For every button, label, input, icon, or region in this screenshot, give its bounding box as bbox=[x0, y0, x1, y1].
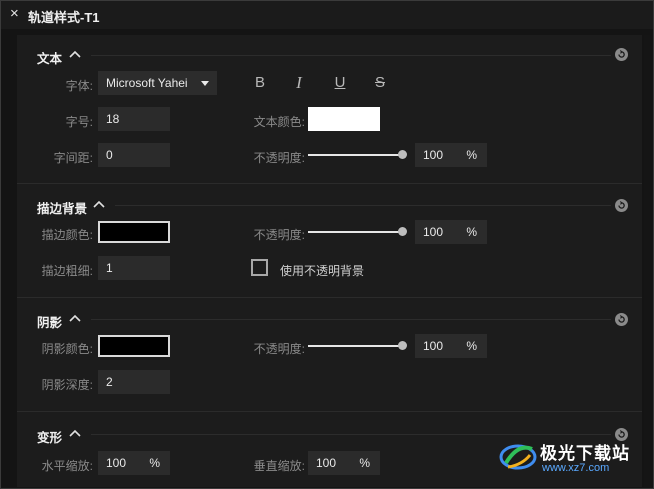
chevron-down-icon bbox=[201, 81, 209, 86]
text-section: 文本 字体: Microsoft Yahei B I U S 字号: 18 文本… bbox=[17, 35, 642, 183]
shadow-color-swatch[interactable] bbox=[98, 335, 170, 357]
shadow-depth-input[interactable]: 2 bbox=[98, 370, 170, 394]
horizontal-scale-label: 水平缩放: bbox=[41, 459, 93, 473]
opacity-label: 不透明度: bbox=[253, 228, 305, 242]
dialog-title: 轨道样式-T1 bbox=[28, 10, 100, 25]
percent-unit: % bbox=[466, 148, 477, 162]
text-color-label: 文本颜色: bbox=[253, 115, 305, 129]
opaque-background-label[interactable]: 使用不透明背景 bbox=[280, 262, 364, 279]
opacity-slider-track[interactable] bbox=[308, 345, 402, 347]
watermark-name: 极光下载站 bbox=[540, 444, 630, 463]
watermark-url: www.xz7.com bbox=[542, 462, 610, 474]
opacity-input[interactable]: 100 % bbox=[415, 143, 487, 167]
opacity-slider-track[interactable] bbox=[308, 231, 402, 233]
percent-unit: % bbox=[149, 456, 160, 470]
opacity-slider-handle[interactable] bbox=[398, 341, 407, 350]
opacity-value: 100 bbox=[423, 225, 444, 239]
stroke-color-label: 描边颜色: bbox=[41, 228, 93, 242]
font-size-input[interactable]: 18 bbox=[98, 107, 170, 131]
shadow-section-title: 阴影 bbox=[37, 316, 63, 330]
chevron-up-icon[interactable] bbox=[69, 314, 81, 324]
percent-unit: % bbox=[466, 225, 477, 239]
percent-unit: % bbox=[359, 456, 370, 470]
opacity-slider-track[interactable] bbox=[308, 154, 402, 156]
font-select-value: Microsoft Yahei bbox=[106, 76, 188, 90]
opacity-slider-handle[interactable] bbox=[398, 150, 407, 159]
horizontal-scale-value: 100 bbox=[106, 456, 127, 470]
letter-spacing-input[interactable]: 0 bbox=[98, 143, 170, 167]
opacity-label: 不透明度: bbox=[253, 151, 305, 165]
bold-button[interactable]: B bbox=[250, 73, 270, 93]
underline-button[interactable]: U bbox=[330, 73, 350, 93]
letter-spacing-label: 字间距: bbox=[53, 151, 93, 165]
section-divider bbox=[91, 319, 611, 320]
text-section-title: 文本 bbox=[37, 52, 63, 66]
reset-icon[interactable] bbox=[615, 48, 628, 61]
stroke-section-title: 描边背景 bbox=[37, 202, 88, 216]
scrollbar[interactable] bbox=[644, 35, 650, 487]
percent-unit: % bbox=[466, 339, 477, 353]
title-bar: × 轨道样式-T1 bbox=[1, 1, 653, 29]
strikethrough-button[interactable]: S bbox=[370, 73, 390, 93]
chevron-up-icon[interactable] bbox=[93, 200, 105, 210]
style-dialog: × 轨道样式-T1 文本 字体: Microsoft Yahei B I U S… bbox=[0, 0, 654, 489]
vertical-scale-label: 垂直缩放: bbox=[253, 459, 305, 473]
stroke-color-swatch[interactable] bbox=[98, 221, 170, 243]
opacity-label: 不透明度: bbox=[253, 342, 305, 356]
shadow-section: 阴影 阴影颜色: 不透明度: 100 % 阴影深度: 2 bbox=[17, 297, 642, 412]
italic-button[interactable]: I bbox=[289, 73, 309, 93]
opacity-value: 100 bbox=[423, 148, 444, 162]
chevron-up-icon[interactable] bbox=[69, 429, 81, 439]
opacity-input[interactable]: 100 % bbox=[415, 334, 487, 358]
reset-icon[interactable] bbox=[615, 313, 628, 326]
transform-section-title: 变形 bbox=[37, 431, 63, 445]
shadow-color-label: 阴影颜色: bbox=[41, 342, 93, 356]
settings-panel: 文本 字体: Microsoft Yahei B I U S 字号: 18 文本… bbox=[17, 35, 642, 487]
vertical-scale-value: 100 bbox=[316, 456, 337, 470]
font-label: 字体: bbox=[65, 79, 93, 93]
horizontal-scale-input[interactable]: 100 % bbox=[98, 451, 170, 475]
stroke-section: 描边背景 描边颜色: 不透明度: 100 % 描边粗细: 1 使用不透明背景 bbox=[17, 183, 642, 298]
section-divider bbox=[91, 55, 611, 56]
close-icon[interactable]: × bbox=[10, 6, 19, 22]
opaque-background-checkbox[interactable] bbox=[251, 259, 268, 276]
chevron-up-icon[interactable] bbox=[69, 50, 81, 60]
vertical-scale-input[interactable]: 100 % bbox=[308, 451, 380, 475]
watermark-logo-icon bbox=[499, 444, 537, 470]
text-color-swatch[interactable] bbox=[308, 107, 380, 131]
opacity-slider-handle[interactable] bbox=[398, 227, 407, 236]
reset-icon[interactable] bbox=[615, 199, 628, 212]
opacity-input[interactable]: 100 % bbox=[415, 220, 487, 244]
section-divider bbox=[115, 205, 611, 206]
font-select[interactable]: Microsoft Yahei bbox=[98, 71, 217, 95]
watermark: 极光下载站 www.xz7.com bbox=[498, 435, 648, 485]
stroke-width-input[interactable]: 1 bbox=[98, 256, 170, 280]
size-label: 字号: bbox=[65, 115, 93, 129]
opacity-value: 100 bbox=[423, 339, 444, 353]
stroke-width-label: 描边粗细: bbox=[41, 264, 93, 278]
shadow-depth-label: 阴影深度: bbox=[41, 378, 93, 392]
